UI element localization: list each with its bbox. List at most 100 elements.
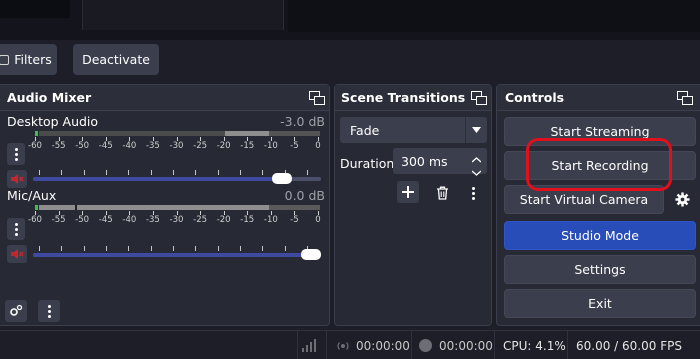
slider-tick [61,246,63,251]
float-dock-icon[interactable] [677,91,693,105]
stream-time: 00:00:00 [356,339,410,353]
scale-label: -25 [193,141,208,151]
duration-value: 300 ms [401,153,448,169]
scale-label: -15 [240,141,255,151]
duration-label: Duration [340,156,395,171]
mixer-channel-mic-aux: Mic/Aux 0.0 dB -60 -55 -50 -45 -40 -35 -30 -25-… [7,187,325,263]
scale-label: -5 [290,141,299,151]
mute-button[interactable] [7,170,27,188]
volume-slider[interactable] [33,170,323,186]
scene-transitions-dock: Scene Transitions Fade Duration 300 ms [334,84,492,326]
slider-tick [106,246,107,251]
slider-tick [106,170,107,175]
scale-label: 0 [315,215,321,225]
virtual-camera-settings-button[interactable] [668,185,696,214]
cpu-usage: CPU: 4.1% [503,339,566,353]
slider-tick [83,246,85,251]
scene-transitions-title: Scene Transitions [341,90,466,105]
transition-menu-button[interactable] [465,182,481,204]
scale-label: -30 [169,141,184,151]
signal-strength-icon [302,338,318,352]
scale-label: -30 [169,215,184,225]
speaker-muted-icon [11,174,24,184]
channel-db: 0.0 dB [284,188,325,203]
slider-handle[interactable] [271,173,292,184]
advanced-audio-button[interactable] [5,300,27,322]
deactivate-button[interactable]: Deactivate [73,44,159,75]
slider-tick [262,246,264,251]
slider-tick [217,246,219,251]
db-scale: -60 -55 -50 -45 -40 -35 -30 -25 -20 -15 -10 -5 0 [28,137,321,151]
transition-select[interactable]: Fade [340,117,487,143]
audio-mixer-title: Audio Mixer [7,90,92,105]
slider-tick [284,246,286,251]
scale-label: -10 [263,141,278,151]
channel-menu-button[interactable] [7,218,25,240]
scale-label: -15 [240,215,255,225]
filters-button[interactable]: Filters [0,44,57,75]
channel-menu-button[interactable] [7,143,25,165]
chevron-down-icon[interactable] [471,164,482,179]
stream-broadcast-icon [337,340,349,352]
speaker-muted-icon [11,249,24,259]
mixer-menu-button[interactable] [38,300,60,322]
scale-label: -45 [98,215,113,225]
exit-button[interactable]: Exit [504,289,696,318]
scale-label: -50 [75,215,90,225]
remove-transition-button[interactable] [431,182,453,204]
scale-label: -35 [145,215,160,225]
slider-tick [128,170,130,175]
slider-tick [217,170,219,175]
scale-label: -50 [75,141,90,151]
scale-label: -5 [290,215,299,225]
scale-label: -25 [193,215,208,225]
scale-label: -45 [98,141,113,151]
scale-label: -20 [216,215,231,225]
slider-tick [240,170,241,175]
float-dock-icon[interactable] [309,91,325,105]
slider-tick [150,246,152,251]
slider-tick [61,170,63,175]
scale-label: -35 [145,141,160,151]
channel-name: Mic/Aux [7,188,57,203]
slider-tick [195,170,197,175]
fps-readout: 60.00 / 60.00 FPS [576,339,682,353]
scale-label: -55 [51,141,66,151]
slider-tick [240,246,241,251]
audio-mixer-dock: Audio Mixer Desktop Audio -3.0 dB -60 -55… [0,84,330,326]
scale-label: -60 [28,141,42,151]
slider-tick [173,246,174,251]
slider-fill [33,253,313,257]
transition-select-value: Fade [350,122,380,138]
slider-tick [307,170,308,175]
slider-tick [262,170,264,175]
studio-mode-button[interactable]: Studio Mode [504,221,696,250]
filters-label: Filters [14,52,52,67]
mixer-channel-desktop-audio: Desktop Audio -3.0 dB -60 -55 -50 -45 -40 -35… [7,113,325,188]
gears-icon [10,304,23,316]
settings-button[interactable]: Settings [504,255,696,284]
db-scale: -60 -55 -50 -45 -40 -35 -30 -25 -20 -15 -10 -5 0 [28,211,321,225]
chevron-down-icon [465,117,487,143]
mute-button[interactable] [7,245,27,263]
scale-label: -40 [122,215,137,225]
plus-icon [402,186,414,198]
slider-tick [150,170,152,175]
scale-label: -20 [216,141,231,151]
slider-tick [195,246,197,251]
scale-label: 0 [315,141,321,151]
scale-label: -10 [263,215,278,225]
channel-db: -3.0 dB [280,114,325,129]
slider-handle[interactable] [301,249,321,260]
float-dock-icon[interactable] [471,91,487,105]
slider-tick [39,246,40,251]
slider-tick [83,170,85,175]
duration-spinbox[interactable]: 300 ms [393,148,487,176]
trash-icon [436,186,448,200]
volume-slider[interactable] [33,246,323,262]
record-time: 00:00:00 [439,339,493,353]
add-transition-button[interactable] [397,181,419,203]
gear-icon [674,192,690,207]
slider-tick [39,170,40,175]
preview-panel-middle [82,0,284,30]
